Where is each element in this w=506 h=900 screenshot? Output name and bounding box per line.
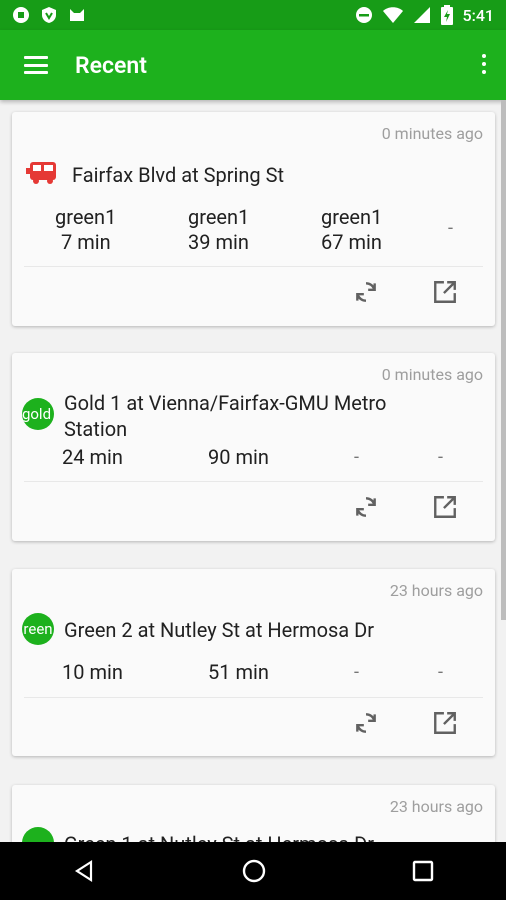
bus-icon bbox=[26, 162, 56, 184]
back-icon[interactable] bbox=[72, 859, 96, 883]
vpn-lock-icon bbox=[13, 7, 29, 23]
app-bar: Recent bbox=[0, 30, 506, 100]
eta: 51 min bbox=[208, 660, 269, 684]
cat-icon bbox=[70, 9, 84, 21]
eta: 7 min bbox=[61, 230, 111, 254]
eta: 10 min bbox=[62, 660, 123, 684]
battery-icon bbox=[440, 5, 453, 25]
menu-icon[interactable] bbox=[24, 56, 48, 74]
shield-icon bbox=[42, 7, 56, 23]
page-title: Recent bbox=[75, 51, 147, 79]
arrival-column: green1 7 min bbox=[55, 205, 116, 255]
card-time: 0 minutes ago bbox=[381, 365, 483, 384]
recent-card[interactable]: 23 hours ago Green 1 at Nutley St at Her… bbox=[12, 785, 495, 842]
open-in-new-icon[interactable] bbox=[432, 494, 458, 520]
open-in-new-icon[interactable] bbox=[432, 279, 458, 305]
recents-icon[interactable] bbox=[412, 860, 434, 882]
refresh-icon[interactable] bbox=[353, 494, 379, 520]
stop-name: Green 2 at Nutley St at Hermosa Dr bbox=[64, 618, 375, 642]
system-nav-bar bbox=[0, 842, 506, 900]
route-badge bbox=[22, 827, 54, 842]
stop-name: Gold 1 at Vienna/Fairfax-GMU Metro Stati… bbox=[64, 390, 386, 442]
stop-name: Fairfax Blvd at Spring St bbox=[72, 163, 285, 187]
stop-name-line: Gold 1 at Vienna/Fairfax-GMU Metro bbox=[64, 391, 387, 415]
eta-empty: - bbox=[438, 447, 443, 468]
route-name: green1 bbox=[188, 205, 250, 229]
refresh-icon[interactable] bbox=[353, 279, 379, 305]
wifi-icon bbox=[382, 7, 403, 23]
card-time: 23 hours ago bbox=[389, 797, 483, 816]
recent-list[interactable]: 0 minutes ago Fairfax Blvd at Spring St … bbox=[0, 100, 506, 842]
eta-empty: - bbox=[448, 218, 453, 239]
status-bar: 5:41 bbox=[0, 0, 506, 30]
route-badge: gold bbox=[22, 398, 54, 430]
eta-empty: - bbox=[438, 662, 443, 683]
divider bbox=[24, 697, 483, 698]
status-left-icons bbox=[12, 6, 86, 24]
card-time: 0 minutes ago bbox=[381, 124, 483, 143]
more-vert-icon[interactable] bbox=[482, 54, 486, 74]
stop-name: Green 1 at Nutley St at Hermosa Dr bbox=[64, 831, 374, 842]
divider bbox=[24, 266, 483, 267]
route-name: green1 bbox=[321, 205, 383, 229]
eta: 39 min bbox=[188, 230, 249, 254]
arrival-column: green1 67 min bbox=[321, 205, 382, 255]
recent-card[interactable]: 23 hours ago reen Green 2 at Nutley St a… bbox=[12, 569, 495, 756]
route-badge: reen bbox=[22, 613, 54, 645]
arrival-column: green1 39 min bbox=[188, 205, 249, 255]
refresh-icon[interactable] bbox=[353, 710, 379, 736]
recent-card[interactable]: 0 minutes ago gold Gold 1 at Vienna/Fair… bbox=[12, 353, 495, 541]
scrollbar[interactable] bbox=[501, 100, 506, 620]
status-time: 5:41 bbox=[462, 5, 495, 25]
eta: 67 min bbox=[321, 230, 382, 254]
open-in-new-icon[interactable] bbox=[432, 710, 458, 736]
route-name: green1 bbox=[55, 205, 117, 229]
recent-card[interactable]: 0 minutes ago Fairfax Blvd at Spring St … bbox=[12, 112, 495, 326]
home-icon[interactable] bbox=[241, 858, 267, 884]
status-right-icons: 5:41 bbox=[355, 5, 495, 25]
signal-icon bbox=[413, 7, 430, 23]
eta-empty: - bbox=[354, 662, 359, 683]
do-not-disturb-icon bbox=[355, 7, 372, 23]
eta: 90 min bbox=[208, 445, 269, 469]
eta-empty: - bbox=[354, 447, 359, 468]
eta: 24 min bbox=[62, 445, 123, 469]
card-time: 23 hours ago bbox=[389, 581, 483, 600]
divider bbox=[24, 481, 483, 482]
stop-name-line: Station bbox=[64, 417, 128, 441]
